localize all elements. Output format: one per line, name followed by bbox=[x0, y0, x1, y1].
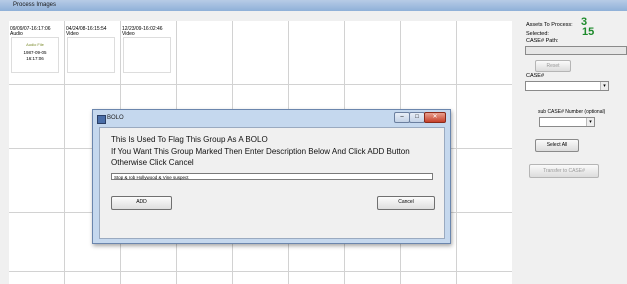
bolo-dialog: BOLO – □ ✕ This Is Used To Flag This Gro… bbox=[92, 109, 451, 244]
reset-button[interactable]: Reset bbox=[535, 60, 571, 72]
thumbnail-video-1[interactable]: 04/24/08-16:15:54 Video bbox=[66, 23, 118, 73]
window-title: Process Images bbox=[13, 2, 57, 8]
maximize-button[interactable]: □ bbox=[409, 112, 425, 123]
sub-case-select[interactable]: ▾ bbox=[539, 117, 595, 127]
case-label: CASE# bbox=[526, 73, 545, 79]
audio-file-label: Audio File bbox=[26, 42, 44, 47]
selected-label: Selected: bbox=[526, 31, 549, 37]
transfer-to-case-button[interactable]: Transfer to CASE# bbox=[529, 164, 599, 178]
thumbnail-caption: 12/23/09-16:02:46 Video bbox=[122, 27, 163, 37]
audio-file-icon: Audio File 1987-09-05 16:17:06 bbox=[11, 37, 59, 73]
grid-line bbox=[456, 21, 457, 284]
case-select[interactable]: ▾ bbox=[525, 81, 609, 91]
video-frame-image bbox=[67, 37, 115, 73]
case-path-label: CASE# Path: bbox=[526, 38, 559, 44]
thumbnail-video-2[interactable]: 12/23/09-16:02:46 Video bbox=[122, 23, 174, 73]
dialog-title: BOLO bbox=[107, 115, 124, 121]
thumbnail-audio[interactable]: 09/09/07-16:17:06 Audio Audio File 1987-… bbox=[10, 23, 62, 73]
window-title-bar: Process Images bbox=[0, 0, 627, 11]
close-button[interactable]: ✕ bbox=[424, 112, 446, 123]
assets-to-process-label: Assets To Process: bbox=[526, 22, 573, 28]
thumbnail-caption: 09/09/07-16:17:06 Audio bbox=[10, 27, 51, 37]
case-path-field[interactable] bbox=[525, 46, 627, 55]
sub-case-label: sub CASE# Number (optional) bbox=[538, 109, 606, 115]
cancel-button[interactable]: Cancel bbox=[377, 196, 435, 210]
chevron-down-icon[interactable]: ▾ bbox=[586, 118, 594, 126]
dialog-body: This Is Used To Flag This Group As A BOL… bbox=[99, 127, 445, 239]
select-all-button[interactable]: Select All bbox=[535, 139, 579, 152]
dialog-message-line-3: Otherwise Click Cancel bbox=[111, 158, 194, 167]
selected-count: 15 bbox=[582, 26, 595, 38]
audio-date: 1987-09-05 16:17:06 bbox=[12, 50, 58, 62]
video-frame-image bbox=[123, 37, 171, 73]
dialog-message-line-2: If You Want This Group Marked Then Enter… bbox=[111, 147, 410, 156]
add-button[interactable]: ADD bbox=[111, 196, 172, 210]
grid-line bbox=[9, 84, 512, 85]
audio-time-line: 16:17:06 bbox=[26, 56, 44, 61]
dialog-app-icon bbox=[97, 115, 106, 124]
dialog-message-line-1: This Is Used To Flag This Group As A BOL… bbox=[111, 135, 268, 144]
chevron-down-icon[interactable]: ▾ bbox=[600, 82, 608, 90]
grid-line bbox=[9, 271, 512, 272]
thumbnail-caption: 04/24/08-16:15:54 Video bbox=[66, 27, 107, 37]
right-panel: Assets To Process: 3 Selected: 15 CASE# … bbox=[520, 11, 627, 284]
minimize-button[interactable]: – bbox=[394, 112, 410, 123]
bolo-description-input[interactable]: Stop & rob Hollywood & Vine suspect bbox=[111, 173, 433, 180]
grid-line bbox=[64, 21, 65, 284]
